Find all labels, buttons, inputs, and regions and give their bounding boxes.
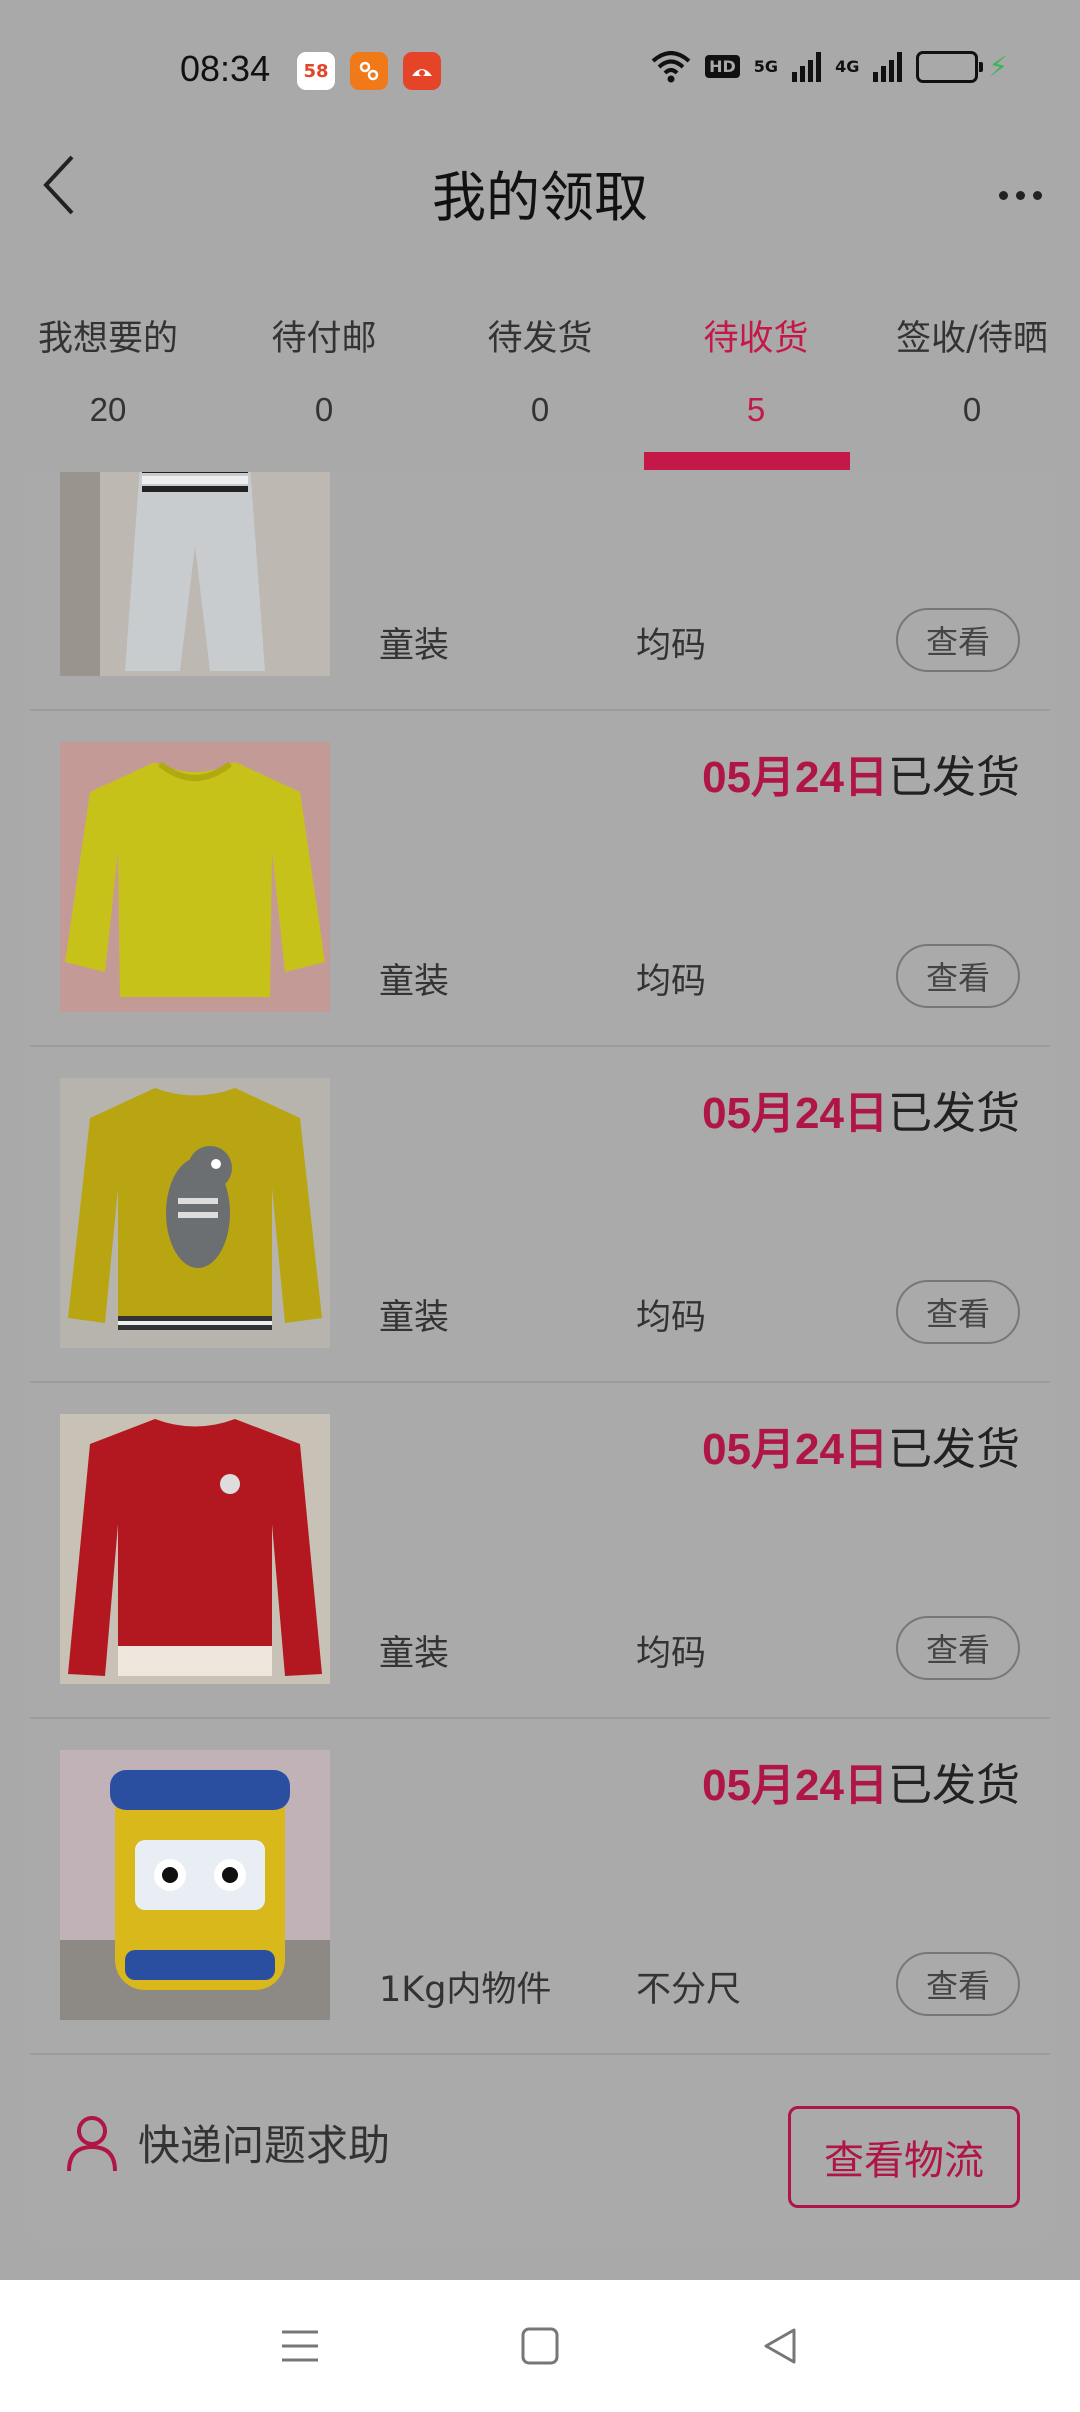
triangle-back-icon xyxy=(764,2328,796,2364)
view-button[interactable]: 查看 xyxy=(896,1616,1020,1680)
item-size: 均码 xyxy=(636,1634,707,1674)
delivery-help-link[interactable]: 快递问题求助 xyxy=(64,2112,390,2173)
order-list[interactable]: 童装 均码 查看 05月24日已发货 童装 均码 查看 05月24日已发货 童装… xyxy=(30,472,1050,2242)
tab-count: 0 xyxy=(314,391,334,428)
shipping-status: 05月24日已发货 xyxy=(702,1749,1020,1813)
item-category: 童装 xyxy=(379,1298,450,1338)
tab-label: 待发货 xyxy=(487,319,593,359)
tab-pending-postage[interactable]: 待付邮 0 xyxy=(216,292,432,472)
tab-pending-receipt[interactable]: 待收货 5 xyxy=(648,292,864,472)
item-category: 1Kg内物件 xyxy=(379,1970,552,2010)
menu-icon xyxy=(282,2330,318,2362)
view-button[interactable]: 查看 xyxy=(896,1280,1020,1344)
list-item[interactable]: 05月24日已发货 童装 均码 查看 xyxy=(30,1383,1050,1719)
list-item[interactable]: 05月24日已发货 童装 均码 查看 xyxy=(30,711,1050,1047)
app-orange-icon xyxy=(350,52,388,90)
user-icon xyxy=(67,2115,117,2171)
shipping-status: 05月24日已发货 xyxy=(702,1077,1020,1141)
delivery-help-label: 快递问题求助 xyxy=(138,2121,391,2170)
view-button[interactable]: 查看 xyxy=(896,608,1020,672)
active-tab-indicator xyxy=(644,452,850,470)
back-nav-button[interactable] xyxy=(750,2316,810,2376)
item-category: 童装 xyxy=(379,1634,450,1674)
item-category: 童装 xyxy=(379,962,450,1002)
system-nav-bar xyxy=(0,2280,1080,2412)
product-image xyxy=(60,1750,330,2020)
shipping-status: 05月24日已发货 xyxy=(702,741,1020,805)
ship-state: 已发货 xyxy=(888,1088,1020,1139)
tab-wanted[interactable]: 我想要的 20 xyxy=(0,292,216,472)
ship-date: 05月24日 xyxy=(702,753,888,802)
ship-date: 05月24日 xyxy=(702,1425,888,1474)
item-size: 均码 xyxy=(636,1298,707,1338)
battery-icon xyxy=(916,50,984,83)
view-logistics-button[interactable]: 查看物流 xyxy=(788,2106,1020,2208)
ship-date: 05月24日 xyxy=(702,1761,888,1810)
item-size: 不分尺 xyxy=(636,1970,742,2010)
tab-label: 待付邮 xyxy=(271,319,377,359)
product-image xyxy=(60,742,330,1012)
tab-label: 签收/待晒 xyxy=(896,319,1048,359)
order-actions: 快递问题求助 查看物流 xyxy=(30,2072,1050,2242)
page-title: 我的领取 xyxy=(432,166,648,229)
ship-state: 已发货 xyxy=(888,752,1020,803)
list-item[interactable]: 05月24日已发货 童装 均码 查看 xyxy=(30,1047,1050,1383)
tab-count: 5 xyxy=(746,391,766,428)
more-dots-icon xyxy=(998,190,1008,200)
product-image xyxy=(60,1078,330,1348)
view-button[interactable]: 查看 xyxy=(896,1952,1020,2016)
tab-pending-shipment[interactable]: 待发货 0 xyxy=(432,292,648,472)
item-category: 童装 xyxy=(379,626,450,666)
item-size: 均码 xyxy=(636,962,707,1002)
signal-bars-icon xyxy=(792,51,822,82)
home-square-icon xyxy=(521,2327,559,2365)
ship-state: 已发货 xyxy=(888,1760,1020,1811)
tab-label: 待收货 xyxy=(703,319,809,359)
network-5g-label: 5G xyxy=(753,56,779,76)
home-button[interactable] xyxy=(510,2316,570,2376)
list-item[interactable]: 童装 均码 查看 xyxy=(30,472,1050,711)
product-image xyxy=(60,1414,330,1684)
tab-count: 0 xyxy=(962,391,982,428)
ship-state: 已发货 xyxy=(888,1424,1020,1475)
list-item[interactable]: 05月24日已发货 1Kg内物件 不分尺 查看 xyxy=(30,1719,1050,2055)
app-58-icon: 58 xyxy=(297,52,335,90)
signal-bars-icon xyxy=(873,51,903,82)
network-4g-label: 4G xyxy=(835,56,860,76)
view-button[interactable]: 查看 xyxy=(896,944,1020,1008)
app-red-icon xyxy=(403,52,441,90)
product-image xyxy=(60,472,330,676)
tab-count: 0 xyxy=(530,391,550,428)
more-button[interactable] xyxy=(980,165,1060,225)
shipping-status: 05月24日已发货 xyxy=(702,1413,1020,1477)
title-bar: 我的领取 xyxy=(0,145,1080,275)
wifi-icon xyxy=(651,50,691,82)
clock: 08:34 xyxy=(180,48,271,89)
system-indicators: HD 5G 4G ⚡ xyxy=(651,50,1008,83)
charging-icon: ⚡ xyxy=(988,50,1008,83)
tab-signed[interactable]: 签收/待晒 0 xyxy=(864,292,1080,472)
menu-button[interactable] xyxy=(270,2316,330,2376)
item-size: 均码 xyxy=(636,626,707,666)
status-bar: 08:34 58 HD 5G 4G ⚡ xyxy=(0,0,1080,145)
ship-date: 05月24日 xyxy=(702,1089,888,1138)
tab-label: 我想要的 xyxy=(37,319,178,359)
tab-bar: 我想要的 20 待付邮 0 待发货 0 待收货 5 签收/待晒 0 xyxy=(0,292,1080,472)
tab-count: 20 xyxy=(89,391,127,428)
hd-badge: HD xyxy=(705,55,740,78)
